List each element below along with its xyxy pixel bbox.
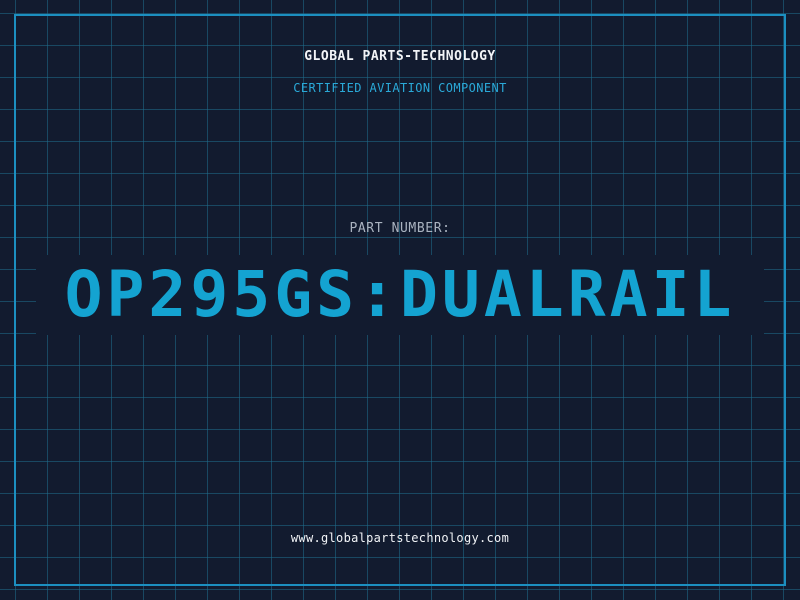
part-number-panel: OP295GS:DUALRAIL (36, 255, 764, 335)
part-number-value: OP295GS:DUALRAIL (64, 258, 736, 331)
blueprint-canvas: GLOBAL PARTS-TECHNOLOGY CERTIFIED AVIATI… (0, 0, 800, 600)
brand-tagline: CERTIFIED AVIATION COMPONENT (293, 81, 507, 95)
website-url: www.globalpartstechnology.com (290, 531, 510, 545)
part-number-label: PART NUMBER: (349, 221, 451, 236)
brand-name: GLOBAL PARTS-TECHNOLOGY (304, 49, 496, 64)
